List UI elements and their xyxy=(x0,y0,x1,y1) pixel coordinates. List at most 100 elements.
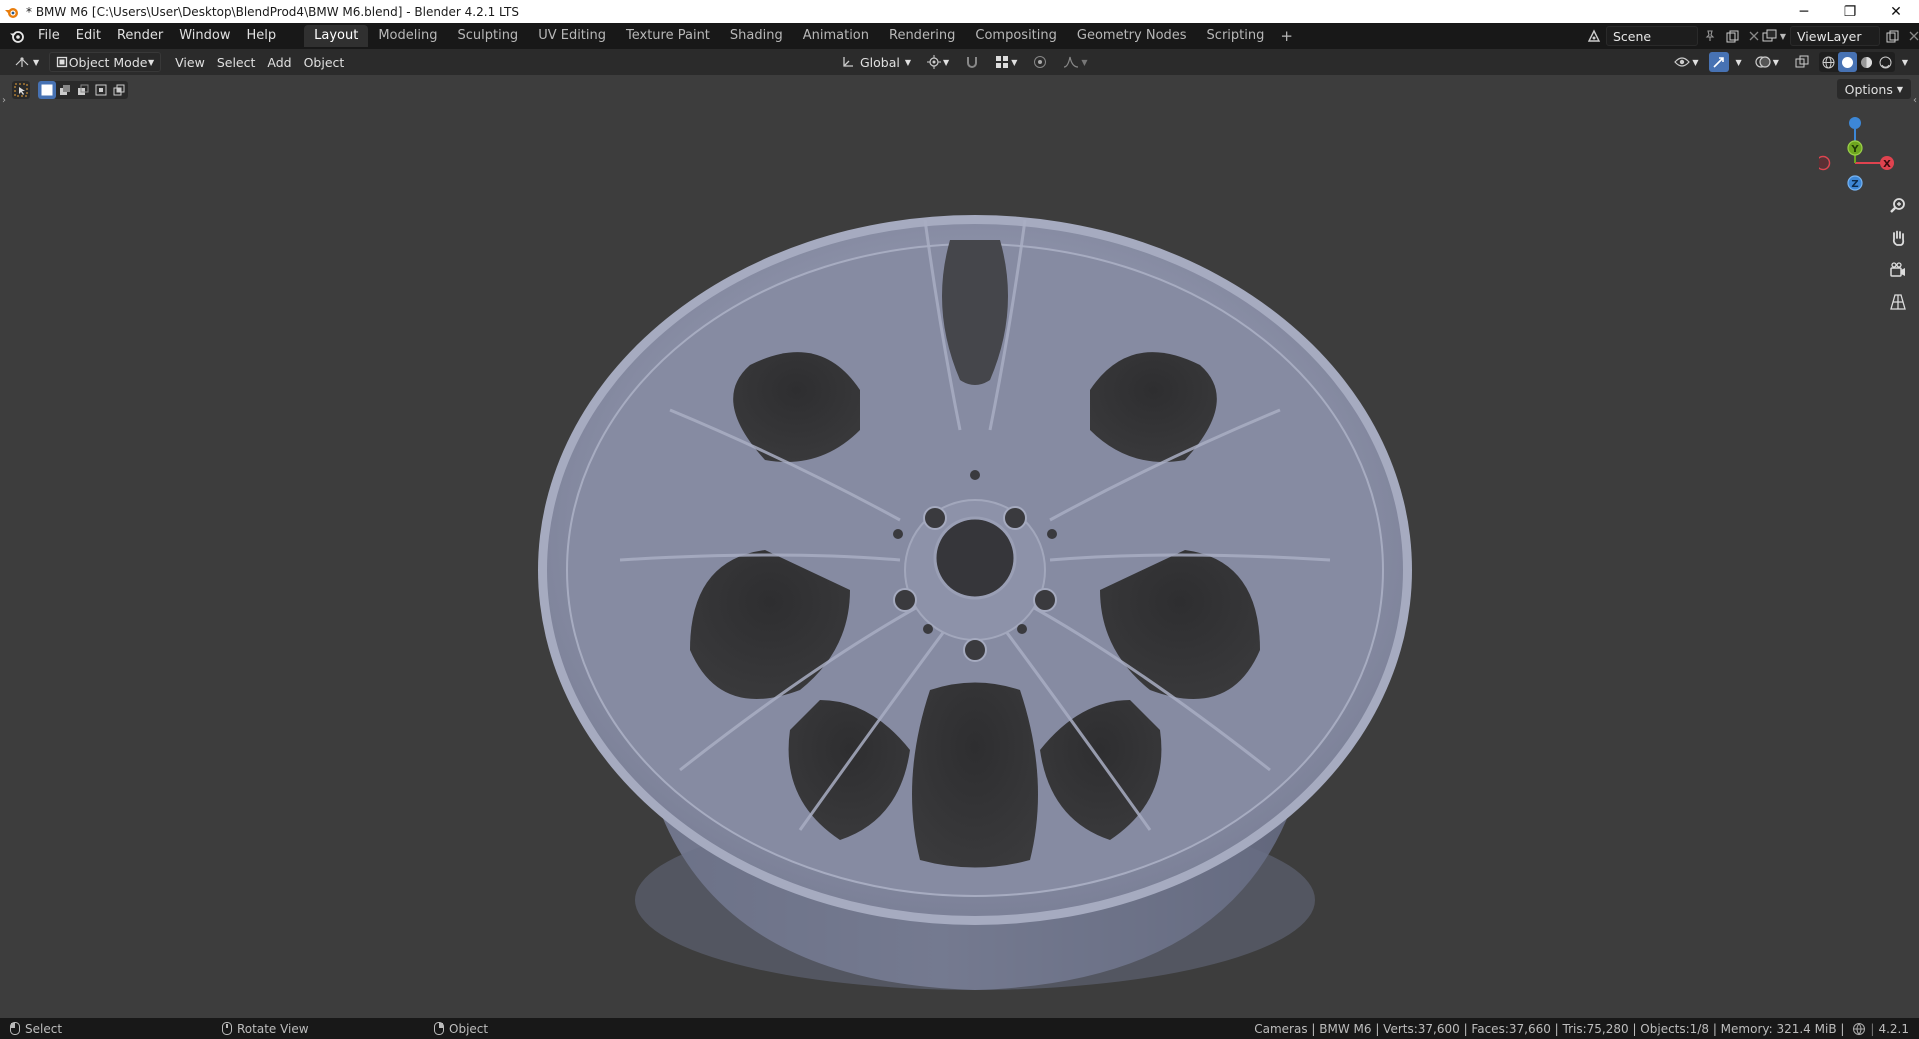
wireframe-sphere-icon xyxy=(1822,56,1835,68)
proportional-edit-icon xyxy=(1034,56,1047,68)
camera-view-button[interactable] xyxy=(1885,257,1911,283)
restore-button[interactable]: ❐ xyxy=(1827,0,1873,23)
pivot-point-dropdown[interactable]: ▼ xyxy=(921,52,955,72)
transform-orientation-dropdown[interactable]: Global ▼ xyxy=(835,52,917,72)
perspective-toggle-button[interactable] xyxy=(1885,289,1911,315)
tab-sculpting[interactable]: Sculpting xyxy=(447,25,528,47)
eye-icon xyxy=(1674,57,1691,67)
menu-add[interactable]: Add xyxy=(261,52,297,72)
minimize-button[interactable]: ─ xyxy=(1781,0,1827,23)
gizmo-icon xyxy=(1712,57,1724,68)
tab-rendering[interactable]: Rendering xyxy=(879,25,965,47)
shading-mode-group xyxy=(1818,52,1895,72)
grid-perspective-icon xyxy=(1890,294,1906,310)
zoom-icon xyxy=(1890,198,1905,213)
object-visibility-dropdown[interactable]: ▼ xyxy=(1668,52,1704,72)
scene-name: Scene xyxy=(1613,28,1652,44)
delete-view-layer-button[interactable] xyxy=(1904,26,1919,46)
material-preview-button[interactable] xyxy=(1857,52,1876,72)
proportional-falloff-dropdown[interactable]: ▼ xyxy=(1057,52,1093,72)
navigation-gizmo[interactable]: X Y Z xyxy=(1819,115,1909,195)
snap-grid-icon xyxy=(996,56,1009,68)
pin-icon xyxy=(1705,30,1715,41)
toolbar-expand-arrow[interactable]: › xyxy=(2,95,6,106)
view-layer-selector: ▼ ViewLayer xyxy=(1760,26,1919,46)
menu-help[interactable]: Help xyxy=(239,25,285,47)
window-title: * BMW M6 [C:\Users\User\Desktop\BlendPro… xyxy=(26,4,520,19)
snap-target-dropdown[interactable]: ▼ xyxy=(989,52,1023,72)
duplicate-icon xyxy=(1886,30,1898,42)
scene-statistics: Cameras | BMW M6 | Verts:37,600 | Faces:… xyxy=(1254,1021,1909,1036)
select-intersect-button[interactable] xyxy=(110,81,128,99)
duplicate-icon xyxy=(1726,30,1738,42)
close-icon xyxy=(1749,31,1759,41)
select-invert-button[interactable] xyxy=(92,81,110,99)
3d-viewport[interactable]: Options ▼ › ‹ X Y Z xyxy=(0,75,1919,1018)
menu-window[interactable]: Window xyxy=(171,25,238,47)
falloff-curve-icon xyxy=(1064,56,1079,68)
select-subtract-button[interactable] xyxy=(74,81,92,99)
add-workspace-button[interactable]: + xyxy=(1274,25,1299,47)
viewport-header: ▼ Object Mode ▼ View Select Add Object G… xyxy=(0,49,1919,75)
chevron-down-icon: ▼ xyxy=(148,57,155,67)
status-hint-label: Object xyxy=(449,1021,489,1036)
pin-scene-button[interactable] xyxy=(1700,26,1720,46)
new-scene-button[interactable] xyxy=(1722,26,1742,46)
menu-file[interactable]: File xyxy=(30,25,68,47)
active-tool-button[interactable] xyxy=(12,81,30,99)
menu-render[interactable]: Render xyxy=(109,25,171,47)
overlays-icon xyxy=(1755,56,1771,68)
tab-animation[interactable]: Animation xyxy=(793,25,879,47)
tab-geometry-nodes[interactable]: Geometry Nodes xyxy=(1067,25,1197,47)
close-window-button[interactable]: ✕ xyxy=(1873,0,1919,23)
menu-select[interactable]: Select xyxy=(211,52,262,72)
scene-browse-button[interactable] xyxy=(1584,26,1604,46)
tab-texture-paint[interactable]: Texture Paint xyxy=(616,25,720,47)
status-hint-label: Rotate View xyxy=(237,1021,309,1036)
blender-topbar: File Edit Render Window Help Layout Mode… xyxy=(0,23,1919,49)
tab-compositing[interactable]: Compositing xyxy=(965,25,1067,47)
options-dropdown[interactable]: Options ▼ xyxy=(1836,79,1911,99)
menu-object[interactable]: Object xyxy=(298,52,351,72)
solid-sphere-icon xyxy=(1841,56,1853,68)
gizmo-dropdown[interactable]: ▼ xyxy=(1733,52,1745,72)
show-overlays-toggle[interactable]: ▼ xyxy=(1749,52,1785,72)
menu-edit[interactable]: Edit xyxy=(68,25,109,47)
viewport-editor-icon xyxy=(15,57,29,67)
tab-scripting[interactable]: Scripting xyxy=(1197,25,1275,47)
scene-name-field[interactable]: Scene xyxy=(1606,26,1698,46)
select-new-button[interactable] xyxy=(38,81,56,99)
tab-modeling[interactable]: Modeling xyxy=(368,25,447,47)
wireframe-shading-button[interactable] xyxy=(1819,52,1838,72)
pan-button[interactable] xyxy=(1885,225,1911,251)
editor-type-button[interactable]: ▼ xyxy=(8,52,45,72)
mode-dropdown[interactable]: Object Mode ▼ xyxy=(49,52,162,72)
menu-view[interactable]: View xyxy=(169,52,211,72)
tab-shading[interactable]: Shading xyxy=(720,25,793,47)
blender-menu-button[interactable] xyxy=(4,23,30,49)
axis-z-top-handle[interactable] xyxy=(1849,117,1861,129)
select-extend-button[interactable] xyxy=(56,81,74,99)
shading-options-dropdown[interactable]: ▼ xyxy=(1899,52,1911,72)
view-layer-browse-button[interactable]: ▼ xyxy=(1760,26,1788,46)
solid-shading-button[interactable] xyxy=(1837,52,1857,72)
blender-logo-icon xyxy=(10,31,24,43)
xray-toggle[interactable] xyxy=(1789,52,1815,72)
rendered-shading-button[interactable] xyxy=(1876,52,1895,72)
new-view-layer-button[interactable] xyxy=(1882,26,1902,46)
zoom-button[interactable] xyxy=(1885,193,1911,219)
select-subtract-icon xyxy=(78,84,89,95)
hand-icon xyxy=(1892,230,1905,246)
tab-layout[interactable]: Layout xyxy=(304,25,369,47)
xray-icon xyxy=(1795,55,1809,68)
show-gizmo-toggle[interactable] xyxy=(1708,52,1729,72)
tab-uv-editing[interactable]: UV Editing xyxy=(528,25,616,47)
render-layers-icon xyxy=(1762,29,1777,42)
snap-toggle[interactable] xyxy=(959,52,985,72)
view-layer-name-field[interactable]: ViewLayer xyxy=(1790,26,1880,46)
proportional-editing-toggle[interactable] xyxy=(1027,52,1053,72)
wheel-model[interactable] xyxy=(520,130,1440,1010)
select-invert-icon xyxy=(95,84,107,96)
sidebar-expand-arrow[interactable]: ‹ xyxy=(1913,95,1917,106)
material-sphere-icon xyxy=(1860,56,1872,68)
